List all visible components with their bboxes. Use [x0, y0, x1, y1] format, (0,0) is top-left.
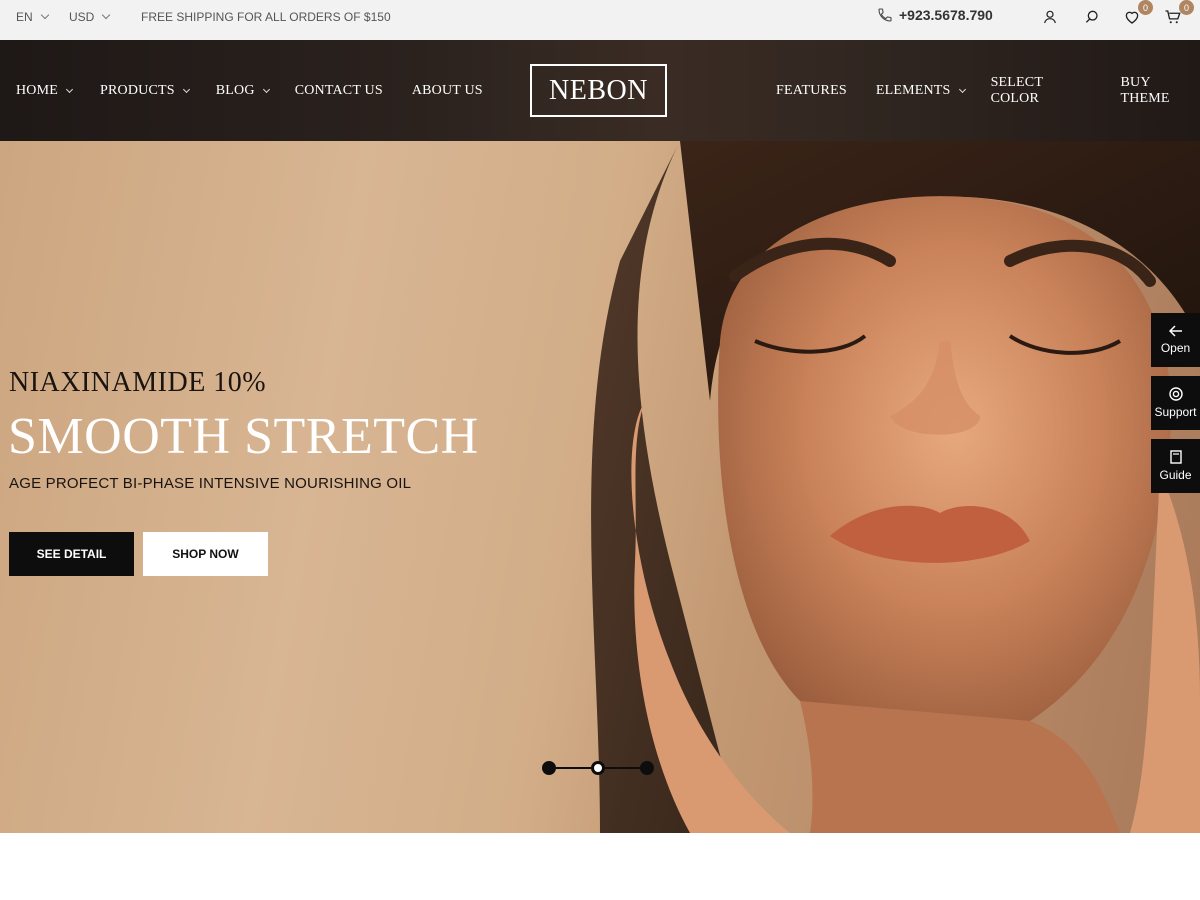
hero-eyebrow: NIAXINAMIDE 10% [9, 367, 267, 398]
wishlist-count-badge: 0 [1138, 0, 1153, 15]
nav-label: ELEMENTS [875, 82, 951, 98]
hero-subtitle: AGE PROFECT BI-PHASE INTENSIVE NOURISHIN… [9, 475, 412, 492]
chevron-down-icon [40, 10, 49, 20]
nav-right: FEATURES ELEMENTS SELECT COLOR BUY THEME [776, 40, 1200, 141]
phone-icon [878, 8, 892, 22]
see-detail-button[interactable]: SEE DETAIL [9, 532, 134, 576]
search-button[interactable] [1081, 6, 1103, 28]
nav-label: PRODUCTS [100, 82, 175, 98]
shop-now-button[interactable]: SHOP NOW [143, 532, 268, 576]
nav-label: ABOUT US [411, 82, 483, 98]
book-icon [1169, 450, 1182, 464]
side-guide-button[interactable]: Guide [1151, 439, 1200, 493]
side-open-button[interactable]: Open [1151, 313, 1200, 367]
phone-link[interactable]: +923.5678.790 [877, 7, 993, 23]
wishlist-button[interactable]: 0 [1121, 0, 1153, 28]
nav-left: HOME PRODUCTS BLOG CONTACT US ABOUT US [16, 40, 483, 141]
nav-label: FEATURES [776, 82, 847, 98]
currency-selector[interactable]: USD [69, 0, 111, 34]
hero-slider: NIAXINAMIDE 10% SMOOTH STRETCH AGE PROFE… [0, 141, 1200, 833]
nav-label: BUY THEME [1120, 74, 1170, 106]
phone-number: +923.5678.790 [899, 7, 993, 23]
cart-button[interactable]: 0 [1162, 0, 1194, 28]
nav-label: BLOG [215, 82, 255, 98]
nav-item-products[interactable]: PRODUCTS [100, 82, 190, 99]
chevron-down-icon [958, 85, 966, 93]
side-open-label: Open [1160, 341, 1191, 355]
language-value: EN [16, 10, 33, 24]
nav-item-blog[interactable]: BLOG [215, 82, 270, 99]
hero-model-image [591, 141, 1200, 833]
account-button[interactable] [1039, 6, 1061, 28]
nav-item-home[interactable]: HOME [16, 82, 74, 99]
search-icon [1085, 10, 1098, 23]
slide-dot-1[interactable] [542, 761, 556, 775]
site-logo[interactable]: NEBON [530, 64, 667, 117]
hero-title: SMOOTH STRETCH [8, 408, 479, 465]
user-icon [1044, 10, 1056, 24]
side-support-label: Support [1154, 405, 1197, 419]
chevron-down-icon [262, 85, 270, 93]
slide-dot-2[interactable] [591, 761, 605, 775]
nav-label: HOME [16, 82, 59, 98]
nav-item-buy-theme[interactable]: BUY THEME [1120, 75, 1200, 107]
nav-item-contact-us[interactable]: CONTACT US [295, 83, 383, 99]
nav-item-elements[interactable]: ELEMENTS [875, 82, 966, 99]
side-guide-label: Guide [1159, 468, 1192, 482]
nav-item-select-color[interactable]: SELECT COLOR [991, 75, 1092, 107]
lifebuoy-icon [1168, 387, 1183, 401]
chevron-down-icon [102, 10, 111, 20]
chevron-down-icon [65, 85, 74, 93]
top-utility-bar: EN USD FREE SHIPPING FOR ALL ORDERS OF $… [0, 0, 1200, 40]
language-selector[interactable]: EN [16, 0, 49, 34]
arrow-left-icon [1168, 325, 1182, 337]
cart-count-badge: 0 [1179, 0, 1194, 15]
slide-dot-3[interactable] [640, 761, 654, 775]
currency-value: USD [69, 10, 95, 24]
nav-label: CONTACT US [294, 82, 383, 98]
pagination-connector [556, 767, 591, 769]
pagination-connector [605, 767, 640, 769]
slider-pagination [542, 760, 656, 776]
nav-label: SELECT COLOR [990, 74, 1043, 106]
nav-item-about-us[interactable]: ABOUT US [412, 83, 483, 99]
side-support-button[interactable]: Support [1151, 376, 1200, 430]
nav-item-features[interactable]: FEATURES [776, 83, 847, 99]
promo-text: FREE SHIPPING FOR ALL ORDERS OF $150 [141, 10, 391, 24]
main-header: HOME PRODUCTS BLOG CONTACT US ABOUT US N… [0, 40, 1200, 141]
content-below-hero [0, 833, 1200, 900]
chevron-down-icon [182, 85, 190, 93]
